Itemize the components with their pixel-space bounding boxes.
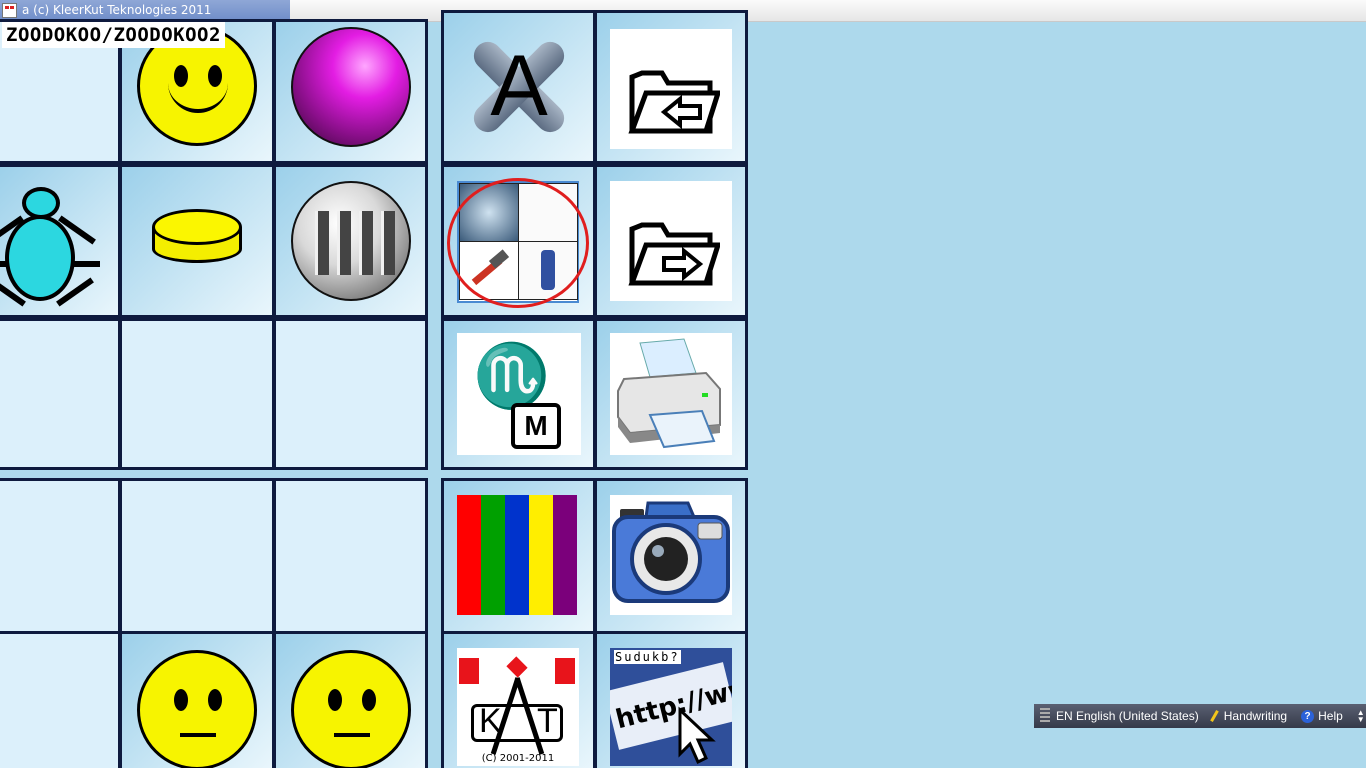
- handwriting-button[interactable]: Handwriting: [1209, 709, 1287, 723]
- purple-sphere-icon: [291, 27, 411, 147]
- language-selector[interactable]: EN English (United States): [1056, 709, 1199, 723]
- tile-col5-row5[interactable]: Sudukb? http://www: [594, 631, 748, 768]
- tin-icon: [291, 181, 411, 301]
- rainbow-icon: [457, 495, 577, 615]
- app-icon: [2, 3, 17, 18]
- tile-col1-row5[interactable]: [0, 631, 121, 768]
- tile-col1-row2[interactable]: [0, 164, 121, 318]
- tile-col1-row3[interactable]: [0, 318, 121, 470]
- tile-col5-row4[interactable]: [594, 478, 748, 634]
- tile-col2-row2[interactable]: [119, 164, 275, 318]
- window-title: a (c) KleerKut Teknologies 2011: [22, 3, 212, 17]
- tile-col3-row3[interactable]: [273, 318, 428, 470]
- printer-icon: [610, 333, 732, 455]
- help-button[interactable]: ? Help: [1301, 709, 1343, 723]
- window-title-bar[interactable]: a (c) KleerKut Teknologies 2011: [0, 0, 290, 21]
- tile-col2-row3[interactable]: [119, 318, 275, 470]
- help-icon: ?: [1301, 709, 1315, 723]
- camera-icon: [610, 495, 732, 615]
- tile-col4-row5[interactable]: K T (C) 2001-2011: [441, 631, 596, 768]
- language-bar-grip[interactable]: [1040, 708, 1050, 724]
- tile-col2-row4[interactable]: [119, 478, 275, 634]
- x-logo-icon: A: [457, 23, 581, 145]
- language-bar: EN English (United States) Handwriting ?…: [1034, 704, 1366, 728]
- tile-col5-row2[interactable]: [594, 164, 748, 318]
- tile-col4-row3[interactable]: ♏ M: [441, 318, 596, 470]
- folder-back-icon: [610, 29, 732, 149]
- tile-col3-row1[interactable]: [273, 19, 428, 164]
- tile-col5-row3[interactable]: [594, 318, 748, 470]
- tile-col4-row2[interactable]: [441, 164, 596, 318]
- tile-col2-row5[interactable]: [119, 631, 275, 768]
- tile-col3-row2[interactable]: [273, 164, 428, 318]
- scorpio-m-icon: ♏ M: [457, 333, 581, 455]
- folder-forward-icon: [610, 181, 732, 301]
- highlight-ring: [447, 178, 589, 308]
- kat-logo-icon: K T (C) 2001-2011: [457, 648, 579, 766]
- pen-icon: [1209, 710, 1219, 722]
- sudoku-web-icon: Sudukb? http://www: [610, 648, 732, 766]
- neutral-face-icon: [291, 650, 411, 768]
- language-bar-options-icon[interactable]: ▲ ▼: [1357, 709, 1365, 724]
- tile-col4-row4[interactable]: [441, 478, 596, 634]
- neutral-face-icon: [137, 650, 257, 768]
- tile-col4-row1[interactable]: A: [441, 10, 596, 164]
- tile-col3-row4[interactable]: [273, 478, 428, 634]
- tile-col1-row4[interactable]: [0, 478, 121, 634]
- tile-col3-row5[interactable]: [273, 631, 428, 768]
- bug-icon: [0, 177, 100, 307]
- user-label: ZOODOKOO/ZOODOKOO2: [2, 22, 225, 48]
- coin-icon: [152, 209, 242, 271]
- tile-col5-row1[interactable]: [594, 10, 748, 164]
